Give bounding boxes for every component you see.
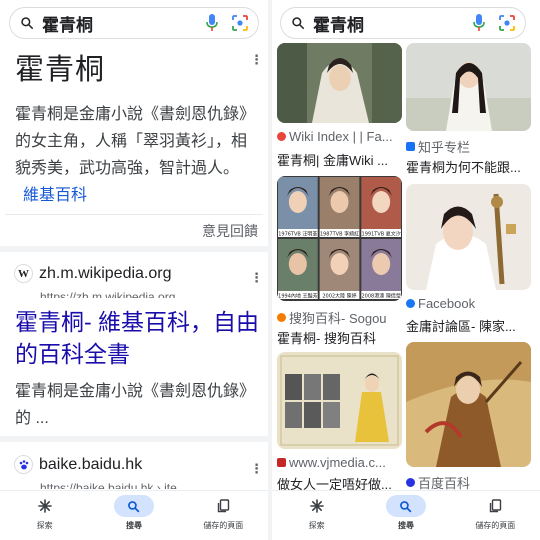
image-source-label: Facebook: [418, 296, 476, 311]
search-bar[interactable]: 霍青桐: [280, 7, 526, 39]
baidu-favicon-icon: [406, 478, 415, 487]
nav-explore[interactable]: 探索: [5, 495, 85, 531]
collage-caption: 2002大陸 陳婷: [322, 293, 356, 300]
collage-caption: 1976TVB 汪明荃: [278, 231, 317, 238]
collage-caption: 1991TVB 夏文汐: [362, 231, 401, 238]
nav-label: 搜尋: [397, 521, 414, 530]
search-icon: [113, 495, 154, 517]
sogou-favicon-icon: [277, 313, 286, 322]
result-more-options-icon[interactable]: ⋮: [250, 271, 263, 284]
bottom-navigation: 探索 搜尋 儲存的頁面: [0, 490, 268, 540]
collage-caption: 2008港澳 陳倩瑩: [362, 293, 401, 300]
result-site-row[interactable]: W zh.m.wikipedia.org: [14, 264, 172, 283]
image-source-label: www.vjmedia.c...: [289, 455, 386, 470]
knowledge-panel-description: 霍青桐是金庸小說《書劍恩仇錄》的女主角，人稱「翠羽黃衫」，相貌秀美，武功高強，智…: [15, 101, 260, 209]
nav-explore[interactable]: 探索: [277, 495, 357, 531]
result-site-name: zh.m.wikipedia.org: [39, 264, 172, 282]
nav-label: 儲存的頁面: [475, 521, 516, 530]
image-result-thumbnail[interactable]: [277, 352, 402, 449]
search-query[interactable]: 霍青桐: [313, 11, 473, 36]
microphone-icon[interactable]: [473, 14, 485, 32]
image-title[interactable]: 霍青桐为何不能跟...: [406, 157, 531, 176]
asterisk-icon: [297, 495, 337, 517]
image-result-thumbnail[interactable]: [406, 184, 531, 290]
image-result-thumbnail[interactable]: [406, 342, 531, 467]
collage-face: [372, 253, 391, 275]
search-icon: [291, 16, 305, 30]
search-icon: [385, 495, 426, 517]
image-title[interactable]: 金庸討論區- 陳家...: [406, 316, 531, 335]
nav-search[interactable]: 搜尋: [94, 495, 174, 531]
result-snippet: 霍青桐是金庸小說《書劍恩仇錄》的 ...: [15, 383, 256, 427]
divider: [5, 214, 263, 215]
collage-face: [330, 191, 349, 213]
collage-face: [330, 253, 349, 275]
lens-icon[interactable]: [499, 15, 515, 31]
section-divider: [0, 436, 268, 442]
feedback-link[interactable]: 意見回饋: [202, 221, 258, 241]
collage-face: [288, 253, 307, 275]
bottom-navigation: 探索 搜尋 儲存的頁面: [272, 490, 540, 540]
result-site-row[interactable]: baike.baidu.hk: [14, 455, 142, 474]
nav-label: 探索: [36, 521, 53, 530]
section-divider: [0, 246, 268, 252]
more-options-icon[interactable]: ⋮: [250, 53, 263, 66]
nav-saved-pages[interactable]: 儲存的頁面: [455, 495, 535, 531]
search-query[interactable]: 霍青桐: [42, 11, 206, 36]
nav-search[interactable]: 搜尋: [366, 495, 446, 531]
image-source[interactable]: 知乎专栏: [406, 137, 531, 156]
image-source[interactable]: www.vjmedia.c...: [277, 455, 402, 470]
image-result-thumbnail[interactable]: 1976TVB 汪明荃 1987TVB 李綺紅 1991TVB 夏文汐 1994內地 …: [277, 176, 402, 301]
nav-label: 儲存的頁面: [203, 521, 244, 530]
collage-caption: 1987TVB 李綺紅: [320, 231, 359, 238]
nav-label: 探索: [308, 521, 325, 530]
image-source-label: Wiki Index | | Fa...: [289, 129, 393, 144]
collage-caption: 1994內地 王豔芳: [278, 293, 317, 300]
wikipedia-source-link[interactable]: 維基百科: [23, 187, 87, 204]
asterisk-icon: [25, 495, 65, 517]
result-more-options-icon[interactable]: ⋮: [250, 462, 263, 475]
facebook-favicon-icon: [406, 299, 415, 308]
image-title[interactable]: 霍青桐| 金庸Wiki ...: [277, 150, 402, 169]
result-title-link[interactable]: 霍青桐- 維基百科，自由的百科全書: [15, 306, 260, 370]
image-title[interactable]: 霍青桐- 搜狗百科: [277, 328, 402, 347]
image-source[interactable]: Wiki Index | | Fa...: [277, 129, 402, 144]
result-site-name: baike.baidu.hk: [39, 455, 143, 473]
nav-saved-pages[interactable]: 儲存的頁面: [183, 495, 263, 531]
baidu-paw-icon: [14, 455, 33, 474]
microphone-icon[interactable]: [206, 14, 218, 32]
image-result-thumbnail[interactable]: [406, 43, 531, 131]
image-source-label: 搜狗百科- Sogou: [289, 311, 387, 326]
left-pane: 霍青桐 霍青桐 ⋮ 霍青桐是金庸小說《書劍恩仇錄》的女主角，人稱「翠羽黃衫」，相…: [0, 0, 268, 540]
image-source-label: 知乎专栏: [418, 140, 471, 155]
collage-face: [288, 191, 307, 213]
zhihu-favicon-icon: [406, 142, 415, 151]
collage-face: [372, 191, 391, 213]
vjmedia-favicon-icon: [277, 458, 286, 467]
search-bar[interactable]: 霍青桐: [9, 7, 259, 39]
image-source[interactable]: Facebook: [406, 296, 531, 311]
saved-pages-icon: [203, 495, 243, 517]
result-url: https://zh.m.wikipedia.org: [40, 290, 176, 298]
saved-pages-icon: [475, 495, 515, 517]
nav-label: 搜尋: [125, 521, 142, 530]
image-result-thumbnail[interactable]: [277, 43, 402, 123]
wiki-index-favicon-icon: [277, 132, 286, 141]
description-text: 霍青桐是金庸小說《書劍恩仇錄》的女主角，人稱「翠羽黃衫」，相貌秀美，武功高強，智…: [15, 106, 256, 177]
right-pane: 霍青桐 Wiki Index | | Fa... 霍青桐| 金庸Wiki ...…: [272, 0, 540, 540]
knowledge-panel-title: 霍青桐: [15, 54, 106, 86]
search-icon: [20, 16, 34, 30]
image-source[interactable]: 搜狗百科- Sogou: [277, 308, 402, 327]
lens-icon[interactable]: [232, 15, 248, 31]
result-url: https://baike.baidu.hk › ite: [40, 481, 177, 489]
wikipedia-favicon-icon: W: [14, 264, 33, 283]
